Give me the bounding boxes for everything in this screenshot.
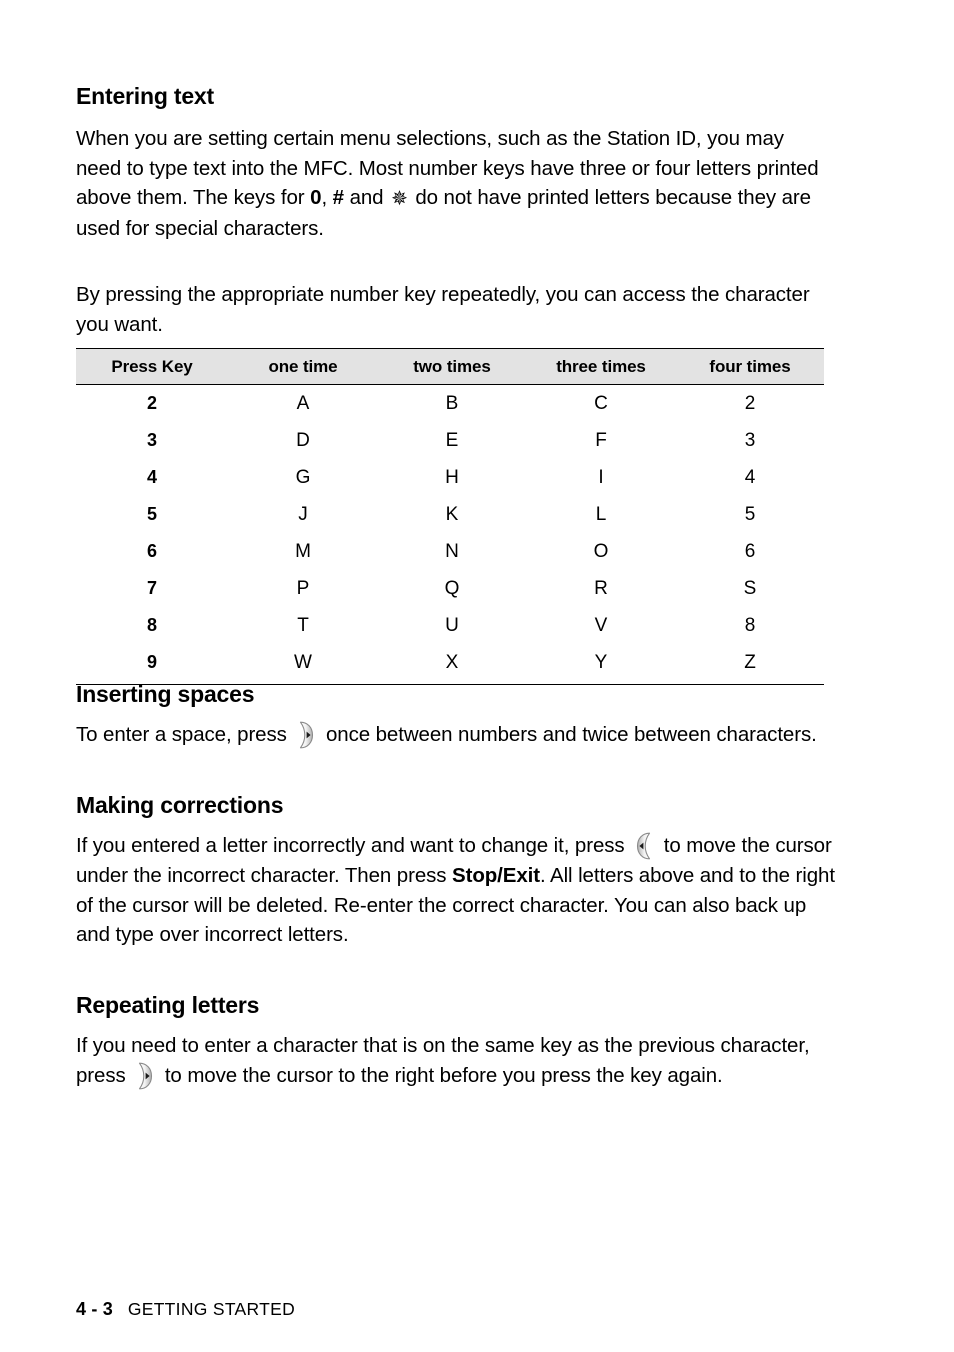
cell-one-time: T bbox=[297, 614, 309, 636]
cell-four-times: 2 bbox=[744, 392, 756, 414]
text-run-bold-stop-exit: Stop/Exit bbox=[452, 864, 540, 887]
paragraph-entering-text-1: When you are setting certain menu select… bbox=[76, 124, 824, 243]
table-row: 4 G H I 4 bbox=[76, 459, 824, 496]
section-heading-repeating-letters: Repeating letters bbox=[76, 992, 260, 1018]
cell-two-times: X bbox=[378, 644, 526, 685]
text-run: By pressing the appropriate number key r… bbox=[76, 283, 810, 336]
section-heading-entering-text-wrap: Entering text bbox=[76, 83, 214, 109]
section-heading-repeating-letters-wrap: Repeating letters bbox=[76, 992, 259, 1018]
text-run: If you entered a letter incorrectly and … bbox=[76, 834, 631, 857]
cell-one-time: W bbox=[228, 644, 378, 685]
cell-two-times: K bbox=[445, 503, 459, 525]
section-heading-inserting-spaces-wrap: Inserting spaces bbox=[76, 681, 255, 707]
cell-press-key: 3 bbox=[146, 430, 157, 450]
cell-four-times: 5 bbox=[744, 503, 756, 525]
cell-two-times: N bbox=[445, 540, 459, 562]
section-heading-inserting-spaces: Inserting spaces bbox=[76, 681, 255, 707]
paragraph-entering-text-2: By pressing the appropriate number key r… bbox=[76, 280, 824, 339]
cell-two-times: Q bbox=[444, 577, 460, 599]
cell-press-key: 4 bbox=[146, 467, 157, 487]
column-header-two-times: two times bbox=[378, 348, 526, 385]
left-arrow-key-icon bbox=[633, 831, 655, 861]
table-row: 9 W X Y Z bbox=[76, 644, 824, 685]
paragraph-entering-text-1-wrap: When you are setting certain menu select… bbox=[76, 124, 824, 243]
text-run: To enter a space, press bbox=[76, 723, 293, 746]
column-header-press-key: Press Key bbox=[76, 348, 228, 385]
text-run: , bbox=[321, 186, 333, 209]
document-page: Entering text When you are setting certa… bbox=[76, 0, 835, 1352]
table-row: 2 A B C 2 bbox=[76, 385, 824, 423]
paragraph-repeating-letters-wrap: If you need to enter a character that is… bbox=[76, 1031, 836, 1091]
section-heading-entering-text: Entering text bbox=[76, 83, 214, 109]
key-character-table: Press Key one time two times three times… bbox=[76, 348, 824, 685]
table-row: 3 D E F 3 bbox=[76, 422, 824, 459]
footer-chapter-title: GETTING STARTED bbox=[127, 1299, 296, 1319]
footer-gap bbox=[113, 1300, 128, 1319]
paragraph-making-corrections: If you entered a letter incorrectly and … bbox=[76, 831, 836, 950]
cell-four-times: 8 bbox=[744, 614, 756, 636]
cell-press-key: 5 bbox=[146, 504, 157, 524]
cell-one-time: J bbox=[298, 503, 308, 525]
column-header-one-time: one time bbox=[228, 348, 378, 385]
table-row: 5 J K L 5 bbox=[76, 496, 824, 533]
footer-page-number: 4 - 3 bbox=[76, 1299, 114, 1319]
table-row: 8 T U V 8 bbox=[76, 607, 824, 644]
cell-one-time: P bbox=[296, 577, 310, 599]
cell-three-times: C bbox=[594, 392, 608, 414]
cell-four-times: Z bbox=[676, 644, 824, 685]
text-run: once between numbers and twice between c… bbox=[320, 723, 817, 746]
section-heading-making-corrections: Making corrections bbox=[76, 792, 284, 818]
cell-two-times: U bbox=[445, 614, 459, 636]
table-body: 2 A B C 2 3 D E F 3 4 G H I 4 5 J K L 5 … bbox=[76, 385, 824, 685]
table-row: 7 P Q R S bbox=[76, 570, 824, 607]
cell-four-times: 6 bbox=[744, 540, 756, 562]
cell-one-time: M bbox=[295, 540, 311, 562]
paragraph-inserting-spaces: To enter a space, press once between num… bbox=[76, 720, 824, 750]
cell-three-times: Y bbox=[526, 644, 676, 685]
asterisk-key-icon: ✵ bbox=[391, 188, 408, 210]
cell-one-time: A bbox=[296, 392, 310, 414]
cell-one-time: D bbox=[296, 429, 310, 451]
cell-three-times: I bbox=[598, 466, 604, 488]
cell-three-times: O bbox=[593, 540, 609, 562]
table-header-row: Press Key one time two times three times… bbox=[76, 348, 824, 385]
text-run: and bbox=[343, 186, 390, 209]
paragraph-repeating-letters: If you need to enter a character that is… bbox=[76, 1031, 836, 1091]
cell-press-key: 6 bbox=[146, 541, 157, 561]
cell-two-times: B bbox=[445, 392, 459, 414]
paragraph-entering-text-2-wrap: By pressing the appropriate number key r… bbox=[76, 280, 824, 339]
paragraph-making-corrections-wrap: If you entered a letter incorrectly and … bbox=[76, 831, 836, 950]
right-arrow-key-icon bbox=[295, 720, 317, 750]
text-run-bold-zero: 0 bbox=[310, 186, 322, 209]
cell-two-times: E bbox=[445, 429, 459, 451]
cell-press-key: 7 bbox=[146, 578, 157, 598]
cell-press-key: 9 bbox=[76, 644, 228, 685]
table-row: 6 M N O 6 bbox=[76, 533, 824, 570]
text-run: to move the cursor to the right before y… bbox=[159, 1063, 723, 1087]
text-run-bold-hash: # bbox=[332, 186, 344, 209]
cell-four-times: 4 bbox=[744, 466, 756, 488]
cell-four-times: S bbox=[743, 577, 757, 599]
column-header-three-times: three times bbox=[526, 348, 676, 385]
cell-three-times: V bbox=[594, 614, 608, 636]
cell-press-key: 2 bbox=[146, 393, 157, 413]
paragraph-inserting-spaces-wrap: To enter a space, press once between num… bbox=[76, 720, 824, 750]
cell-three-times: R bbox=[594, 577, 608, 599]
cell-one-time: G bbox=[295, 466, 311, 488]
cell-three-times: L bbox=[595, 503, 607, 525]
column-header-four-times: four times bbox=[676, 348, 824, 385]
section-heading-making-corrections-wrap: Making corrections bbox=[76, 792, 283, 818]
page-footer: 4 - 3 GETTING STARTED bbox=[76, 1299, 295, 1320]
table-header: Press Key one time two times three times… bbox=[76, 348, 824, 385]
right-arrow-key-icon bbox=[134, 1061, 156, 1091]
cell-two-times: H bbox=[445, 466, 459, 488]
cell-three-times: F bbox=[595, 429, 607, 451]
cell-four-times: 3 bbox=[744, 429, 756, 451]
cell-press-key: 8 bbox=[146, 615, 157, 635]
